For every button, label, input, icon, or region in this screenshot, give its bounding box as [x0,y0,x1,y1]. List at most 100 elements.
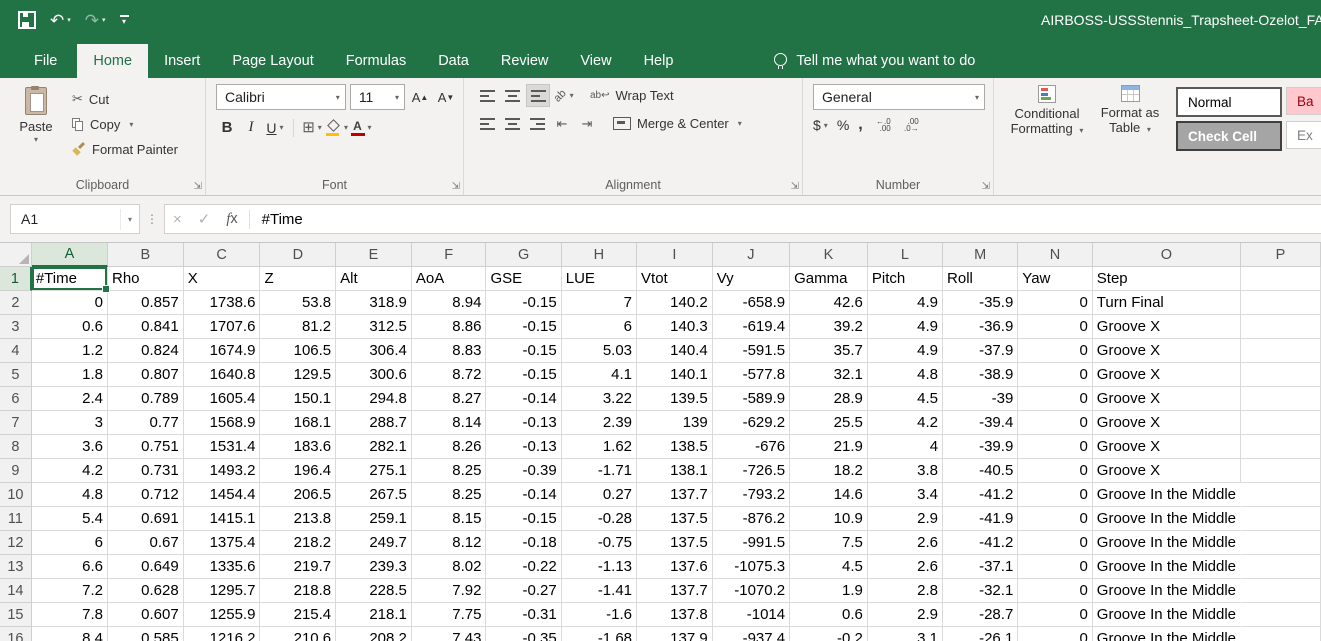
cell-style-bad[interactable]: Ba [1286,87,1321,115]
cell-H9[interactable]: -1.71 [562,459,637,483]
enter-icon[interactable]: ✓ [190,210,219,228]
cell-G11[interactable]: -0.15 [486,507,561,531]
tab-view[interactable]: View [564,44,627,78]
column-header-A[interactable]: A [32,243,108,267]
cell-C1[interactable]: X [184,267,261,291]
cell-C14[interactable]: 1295.7 [184,579,261,603]
column-header-J[interactable]: J [713,243,790,267]
cell-C5[interactable]: 1640.8 [184,363,261,387]
cell-J8[interactable]: -676 [713,435,790,459]
cell-A11[interactable]: 5.4 [32,507,108,531]
cell-B6[interactable]: 0.789 [108,387,184,411]
cell-J9[interactable]: -726.5 [713,459,790,483]
cell-G3[interactable]: -0.15 [486,315,561,339]
number-dialog-launcher[interactable]: ⇲ [982,182,990,192]
cell-M5[interactable]: -38.9 [943,363,1018,387]
cell-A1[interactable]: #Time [32,267,108,291]
column-header-L[interactable]: L [868,243,943,267]
cell-H4[interactable]: 5.03 [562,339,637,363]
cell-H14[interactable]: -1.41 [562,579,637,603]
column-header-D[interactable]: D [260,243,336,267]
cell-J5[interactable]: -577.8 [713,363,790,387]
cell-D12[interactable]: 218.2 [260,531,336,555]
column-header-B[interactable]: B [108,243,184,267]
cell-A12[interactable]: 6 [32,531,108,555]
column-header-C[interactable]: C [184,243,261,267]
cell-L13[interactable]: 2.6 [868,555,943,579]
cell-D16[interactable]: 210.6 [260,627,336,641]
cell-F9[interactable]: 8.25 [412,459,487,483]
column-header-M[interactable]: M [943,243,1018,267]
cell-D7[interactable]: 168.1 [260,411,336,435]
cell-M3[interactable]: -36.9 [943,315,1018,339]
align-left-button[interactable] [476,113,498,134]
tab-file[interactable]: File [14,44,77,78]
cell-L14[interactable]: 2.8 [868,579,943,603]
cell-F14[interactable]: 7.92 [412,579,487,603]
decrease-indent-button[interactable]: ⇤ [551,113,573,134]
clipboard-dialog-launcher[interactable]: ⇲ [194,182,202,192]
cell-C4[interactable]: 1674.9 [184,339,261,363]
increase-indent-button[interactable]: ⇥ [576,113,598,134]
cell-L1[interactable]: Pitch [868,267,943,291]
cell-N8[interactable]: 0 [1018,435,1092,459]
cell-K12[interactable]: 7.5 [790,531,868,555]
cell-L16[interactable]: 3.1 [868,627,943,641]
cell-F5[interactable]: 8.72 [412,363,487,387]
tab-formulas[interactable]: Formulas [330,44,422,78]
cell-E2[interactable]: 318.9 [336,291,412,315]
cell-O8[interactable]: Groove X [1093,435,1241,459]
cell-A13[interactable]: 6.6 [32,555,108,579]
cell-P15[interactable] [1241,603,1321,627]
cell-I3[interactable]: 140.3 [637,315,713,339]
cell-E1[interactable]: Alt [336,267,412,291]
cell-J12[interactable]: -991.5 [713,531,790,555]
cell-G16[interactable]: -0.35 [486,627,561,641]
align-right-button[interactable] [526,113,548,134]
cell-L8[interactable]: 4 [868,435,943,459]
cell-L6[interactable]: 4.5 [868,387,943,411]
cell-C9[interactable]: 1493.2 [184,459,261,483]
wrap-text-button[interactable]: ab↩ Wrap Text [590,88,674,103]
cell-L3[interactable]: 4.9 [868,315,943,339]
name-box[interactable]: A1 ▾ [10,204,140,234]
cell-K5[interactable]: 32.1 [790,363,868,387]
cell-G5[interactable]: -0.15 [486,363,561,387]
cell-I9[interactable]: 138.1 [637,459,713,483]
cell-G4[interactable]: -0.15 [486,339,561,363]
cell-L12[interactable]: 2.6 [868,531,943,555]
cell-B2[interactable]: 0.857 [108,291,184,315]
cell-L5[interactable]: 4.8 [868,363,943,387]
cell-P7[interactable] [1241,411,1321,435]
font-family-select[interactable]: Calibri ▾ [216,84,346,110]
italic-button[interactable]: I [240,117,262,138]
cell-K6[interactable]: 28.9 [790,387,868,411]
cell-C12[interactable]: 1375.4 [184,531,261,555]
cell-E14[interactable]: 228.5 [336,579,412,603]
cell-E7[interactable]: 288.7 [336,411,412,435]
row-header-13[interactable]: 13 [0,555,32,579]
cell-O5[interactable]: Groove X [1093,363,1241,387]
cancel-icon[interactable]: × [165,211,190,228]
cell-A14[interactable]: 7.2 [32,579,108,603]
cell-J16[interactable]: -937.4 [713,627,790,641]
cell-H5[interactable]: 4.1 [562,363,637,387]
cell-K1[interactable]: Gamma [790,267,868,291]
formula-input[interactable]: #Time [262,211,303,228]
cell-J10[interactable]: -793.2 [713,483,790,507]
cell-H12[interactable]: -0.75 [562,531,637,555]
undo-button[interactable]: ↶ ▾ [50,12,71,29]
cell-G6[interactable]: -0.14 [486,387,561,411]
row-header-3[interactable]: 3 [0,315,32,339]
cell-K3[interactable]: 39.2 [790,315,868,339]
cell-M2[interactable]: -35.9 [943,291,1018,315]
comma-style-button[interactable]: , [858,120,862,130]
cell-L11[interactable]: 2.9 [868,507,943,531]
tell-me-box[interactable]: Tell me what you want to do [774,44,975,78]
align-middle-button[interactable] [501,85,523,106]
cell-L4[interactable]: 4.9 [868,339,943,363]
cell-K4[interactable]: 35.7 [790,339,868,363]
cell-C13[interactable]: 1335.6 [184,555,261,579]
column-header-H[interactable]: H [562,243,637,267]
cell-B9[interactable]: 0.731 [108,459,184,483]
